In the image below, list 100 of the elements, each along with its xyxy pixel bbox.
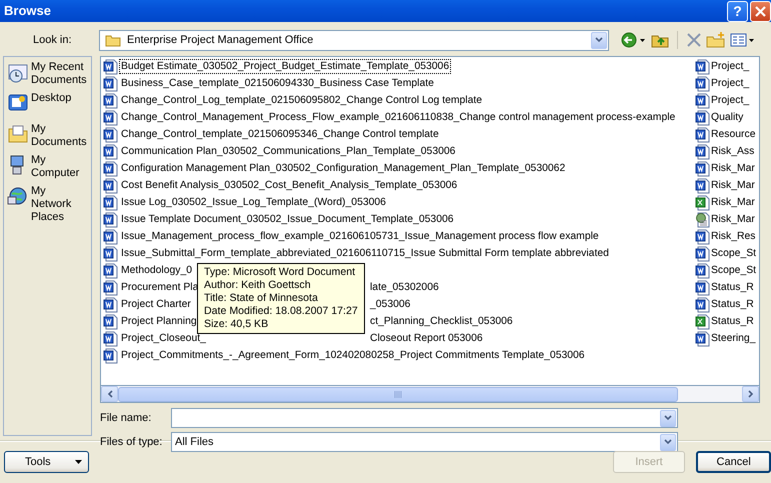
file-name[interactable]: Status_R	[711, 280, 754, 296]
spreadsheet-icon	[695, 194, 710, 210]
file-name[interactable]: Risk_Mar	[711, 178, 755, 194]
horizontal-scrollbar[interactable]	[100, 386, 760, 403]
close-icon	[755, 6, 766, 16]
file-name[interactable]: Closeout Report 053006	[368, 331, 485, 346]
look-in-label: Look in:	[32, 32, 73, 48]
word-document-icon	[695, 110, 710, 126]
word-document-icon	[103, 160, 118, 176]
tooltip-line: Size: 40,5 KB	[204, 318, 270, 331]
tools-button[interactable]: Tools	[4, 451, 89, 473]
file-name[interactable]: Change_Control_Management_Process_Flow_example_021606110838_Change control management process-example	[119, 110, 678, 125]
word-document-icon	[103, 246, 118, 262]
file-name[interactable]: Scope_St	[711, 246, 756, 262]
window-title: Browse	[4, 2, 51, 20]
file-name[interactable]: Status_R	[711, 314, 754, 330]
documents-folder-icon	[7, 123, 29, 145]
file-name[interactable]: Risk_Ass	[711, 144, 754, 160]
word-document-icon	[695, 144, 710, 160]
file-type-label: Files of type:	[100, 434, 164, 450]
word-document-icon	[103, 194, 118, 210]
word-document-icon	[695, 228, 710, 244]
places-item[interactable]: My Computer	[4, 152, 91, 183]
file-name[interactable]: Project_	[711, 58, 750, 74]
file-name[interactable]: Communication Plan_030502_Communications_Plan_Template_053006	[119, 144, 458, 159]
file-name[interactable]: ct_Planning_Checklist_053006	[368, 314, 515, 329]
file-name[interactable]: Budget Estimate_030502_Project_Budget_Estimate_Template_053006	[119, 59, 452, 74]
close-button[interactable]	[750, 0, 771, 22]
word-document-icon	[695, 262, 710, 278]
file-name[interactable]: _053006	[368, 297, 412, 312]
file-name[interactable]: Issue_Management_process_flow_example_021606105731_Issue_Management process flow example	[119, 229, 601, 244]
file-name[interactable]: Risk_Mar	[711, 212, 755, 228]
file-name[interactable]: Project Planning	[119, 314, 199, 328]
file-name-field[interactable]	[171, 408, 678, 428]
file-name[interactable]: Risk_Mar	[711, 194, 755, 210]
file-name[interactable]: Cost Benefit Analysis_030502_Cost_Benefit_Analysis_Template_053006	[119, 178, 460, 193]
file-name[interactable]: Project_Closeout_	[119, 332, 208, 345]
file-name[interactable]: Status_R	[711, 296, 754, 312]
file-name[interactable]: Risk_Mar	[711, 160, 755, 176]
word-document-icon	[103, 314, 118, 330]
folder-icon	[105, 33, 121, 47]
file-name[interactable]: Project_	[711, 76, 750, 92]
look-in-dropdown[interactable]: Enterprise Project Management Office	[99, 30, 609, 50]
file-name[interactable]: Change_Control_Log_template_021506095802_Change Control Log template	[119, 93, 484, 108]
word-document-icon	[103, 348, 118, 364]
spreadsheet-icon	[695, 314, 710, 330]
file-name[interactable]: Resource	[711, 126, 756, 142]
places-item[interactable]: My Recent Documents	[4, 59, 91, 90]
file-name[interactable]: late_05302006	[368, 280, 441, 295]
file-name[interactable]: Business_Case_template_021506094330_Business Case Template	[119, 76, 436, 91]
word-document-icon	[103, 110, 118, 126]
caret-icon	[74, 460, 82, 464]
word-document-icon	[695, 92, 710, 108]
tooltip-line: Author: Keith Goettsch	[204, 279, 312, 292]
tooltip-line: Date Modified: 18.08.2007 17:27	[204, 305, 358, 318]
file-name[interactable]: Scope_St	[711, 262, 756, 278]
word-document-icon	[695, 280, 710, 296]
file-name[interactable]: Project_	[711, 92, 750, 108]
word-document-icon	[103, 126, 118, 142]
file-name[interactable]: Project_Commitments_-_Agreement_Form_102402080258_Project Commitments Template_053006	[119, 348, 587, 363]
file-name[interactable]: Configuration Management Plan_030502_Configuration_Management_Plan_Template_0530062	[119, 161, 568, 176]
word-document-icon	[103, 296, 118, 312]
places-item[interactable]: My Network Places	[4, 183, 91, 226]
word-document-icon	[103, 212, 118, 228]
file-name[interactable]: Issue_Submittal_Form_template_abbreviated_021606110715_Issue Submittal Form template abbreviated	[119, 246, 611, 261]
word-document-icon	[695, 76, 710, 92]
word-document-icon	[695, 160, 710, 176]
places-item[interactable]: My Documents	[4, 121, 91, 152]
file-type-dropdown[interactable]: All Files	[171, 432, 678, 452]
word-document-icon	[103, 144, 118, 160]
word-document-icon	[103, 280, 118, 296]
tooltip-line: Type: Microsoft Word Document	[204, 266, 356, 279]
tooltip-line: Title: State of Minnesota	[204, 292, 319, 305]
word-document-icon	[103, 228, 118, 244]
file-name[interactable]: Change_Control_template_021506095346_Change Control template	[119, 127, 441, 142]
word-document-icon	[103, 330, 118, 346]
scroll-right-icon[interactable]	[748, 390, 754, 398]
cancel-button[interactable]: Cancel	[696, 451, 771, 473]
word-document-icon	[103, 58, 118, 74]
file-name[interactable]: Issue Template Document_030502_Issue_Document_Template_053006	[119, 212, 456, 227]
document-icon	[695, 212, 710, 228]
file-name[interactable]: Risk_Res	[711, 228, 756, 244]
word-document-icon	[695, 330, 710, 346]
grip-icon	[394, 390, 402, 398]
file-name[interactable]: Methodology_0	[119, 263, 194, 278]
word-document-icon	[103, 92, 118, 108]
file-name[interactable]: Quality	[711, 110, 744, 126]
help-button[interactable]: ?	[727, 0, 748, 22]
word-document-icon	[695, 126, 710, 142]
scroll-left-icon[interactable]	[106, 390, 112, 398]
places-item[interactable]: Desktop	[4, 90, 91, 121]
file-name[interactable]: Steering_	[711, 330, 756, 346]
word-document-icon	[103, 262, 118, 278]
file-name[interactable]: Issue Log_030502_Issue_Log_Template_(Word)_053006	[119, 195, 388, 210]
back-icon[interactable]	[621, 31, 647, 49]
network-globe-icon	[7, 185, 29, 207]
word-document-icon	[103, 178, 118, 194]
views-icon[interactable]	[730, 32, 756, 48]
word-document-icon	[695, 296, 710, 312]
file-name[interactable]: Project Charter	[119, 298, 193, 311]
